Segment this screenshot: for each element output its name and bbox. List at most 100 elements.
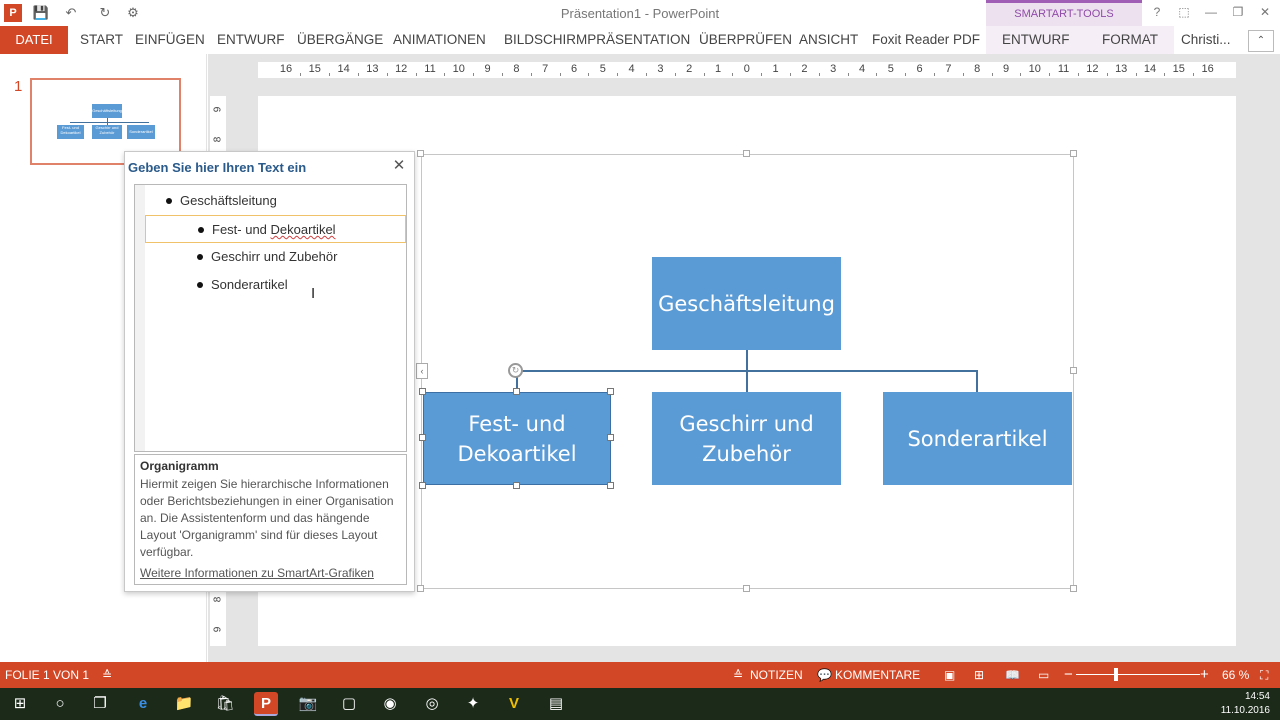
smartart-tools-header: SMARTART-TOOLS (986, 0, 1142, 26)
edge-icon[interactable]: e (131, 692, 155, 716)
powerpoint-taskbar-icon[interactable]: P (254, 692, 278, 716)
zoom-out-button[interactable]: − (1064, 662, 1073, 688)
org-node-child-selected[interactable]: Fest- und Dekoartikel (423, 392, 611, 485)
text-pane-item[interactable]: Geschäftsleitung (145, 187, 406, 215)
shape-resize-handle[interactable] (607, 434, 614, 441)
user-account[interactable]: Christi... (1181, 26, 1231, 54)
app-icon[interactable]: ◎ (420, 692, 444, 716)
rotate-handle-icon[interactable]: ↻ (508, 363, 523, 378)
frame-resize-handle[interactable] (417, 585, 424, 592)
camera-icon[interactable]: 📷 (296, 692, 320, 716)
app-icon[interactable]: ▢ (337, 692, 361, 716)
start-icon[interactable]: ⊞ (8, 692, 32, 716)
slide-sorter-icon[interactable]: ⊞ (974, 662, 984, 688)
store-icon[interactable]: 🛍 (213, 692, 237, 716)
more-info-link[interactable]: Weitere Informationen zu SmartArt-Grafik… (140, 566, 374, 580)
slideshow-icon[interactable]: ▭ (1038, 662, 1049, 688)
zoom-in-button[interactable]: + (1200, 662, 1209, 688)
frame-resize-handle[interactable] (1070, 367, 1077, 374)
text-pane-editor[interactable]: Geschäftsleitung Fest- und Dekoartikel G… (134, 184, 407, 452)
zoom-slider-thumb[interactable] (1114, 668, 1118, 681)
tab-datei[interactable]: DATEI (0, 26, 68, 54)
powerpoint-app-icon[interactable]: P (4, 4, 22, 22)
collapse-ribbon-icon[interactable]: ⌃ (1248, 30, 1274, 52)
shape-resize-handle[interactable] (513, 388, 520, 395)
search-icon[interactable]: ○ (48, 692, 72, 716)
ruler-tick (790, 73, 791, 76)
text-pane-item[interactable]: Geschirr und Zubehör (145, 243, 406, 271)
ruler-tick (617, 73, 619, 76)
normal-view-icon[interactable]: ▣ (944, 662, 955, 688)
tab-foxit-reader[interactable]: Foxit Reader PDF (872, 26, 980, 54)
tab-entwurf[interactable]: ENTWURF (217, 26, 285, 54)
ruler-label: 12 (395, 63, 408, 75)
text-pane-toggle-icon[interactable]: ‹ (416, 363, 428, 379)
explorer-icon[interactable]: 📁 (172, 692, 196, 716)
ruler-label: 2 (801, 63, 808, 75)
ruler-tick (962, 73, 964, 76)
comments-button[interactable]: KOMMENTARE (835, 662, 920, 688)
task-view-icon[interactable]: ❐ (88, 692, 112, 716)
spelling-icon[interactable]: ≙ (102, 662, 112, 688)
tab-start[interactable]: START (80, 26, 123, 54)
thumb-connector (70, 122, 149, 123)
zoom-slider[interactable] (1076, 674, 1200, 675)
text-pane-item-active[interactable]: Fest- und Dekoartikel (145, 215, 406, 243)
ruler-label: 8 (212, 136, 224, 143)
frame-resize-handle[interactable] (1070, 585, 1077, 592)
org-node-root[interactable]: Geschäftsleitung (652, 257, 841, 350)
system-clock[interactable]: 14:54 11.10.2016 (1221, 690, 1270, 718)
shape-resize-handle[interactable] (513, 482, 520, 489)
ruler-label: 14 (337, 63, 350, 75)
ruler-label: 10 (1028, 63, 1041, 75)
comments-icon[interactable]: 💬 (817, 662, 832, 688)
shape-resize-handle[interactable] (419, 434, 426, 441)
connector-line (516, 370, 978, 372)
app-icon[interactable]: ✦ (461, 692, 485, 716)
ruler-label: 3 (830, 63, 837, 75)
tab-einfuegen[interactable]: EINFÜGEN (135, 26, 205, 54)
ribbon-display-icon[interactable]: ⬚ (1173, 3, 1195, 21)
redo-icon[interactable]: ↻ (96, 4, 114, 22)
undo-icon[interactable]: ↶ (62, 4, 80, 22)
frame-resize-handle[interactable] (743, 150, 750, 157)
slide-counter[interactable]: FOLIE 1 VON 1 (5, 662, 89, 688)
org-node-child[interactable]: Geschirr und Zubehör (652, 392, 841, 485)
close-icon[interactable]: ✕ (391, 158, 407, 174)
notes-icon[interactable]: ≙ (733, 662, 743, 688)
chrome-icon[interactable]: ◉ (378, 692, 402, 716)
tab-uebergaenge[interactable]: ÜBERGÄNGE (297, 26, 383, 54)
tab-smartart-entwurf[interactable]: ENTWURF (1002, 26, 1070, 54)
org-node-label: Sonderartikel (907, 426, 1048, 451)
tab-animationen[interactable]: ANIMATIONEN (393, 26, 486, 54)
ruler-tick (473, 73, 475, 76)
minimize-icon[interactable]: — (1200, 3, 1222, 21)
tab-smartart-format[interactable]: FORMAT (1102, 26, 1158, 54)
close-icon[interactable]: ✕ (1254, 3, 1276, 21)
help-icon[interactable]: ? (1146, 3, 1168, 21)
tab-ueberpruefen[interactable]: ÜBERPRÜFEN (699, 26, 792, 54)
frame-resize-handle[interactable] (743, 585, 750, 592)
slide-number: 1 (14, 78, 23, 95)
frame-resize-handle[interactable] (417, 150, 424, 157)
frame-resize-handle[interactable] (1070, 150, 1077, 157)
org-node-child[interactable]: Sonderartikel (883, 392, 1072, 485)
text-pane-item[interactable]: Sonderartikel (145, 271, 406, 299)
fit-to-window-icon[interactable]: ⛶ (1260, 662, 1268, 688)
maximize-icon[interactable]: ❐ (1227, 3, 1249, 21)
shape-resize-handle[interactable] (419, 388, 426, 395)
notes-button[interactable]: NOTIZEN (750, 662, 803, 688)
shape-resize-handle[interactable] (419, 482, 426, 489)
shape-resize-handle[interactable] (607, 388, 614, 395)
ruler-label: 8 (513, 63, 520, 75)
reading-view-icon[interactable]: 📖 (1005, 662, 1020, 688)
app-icon[interactable]: ▤ (544, 692, 568, 716)
ruler-tick (530, 73, 532, 76)
tab-bildschirmpraesentation[interactable]: BILDSCHIRMPRÄSENTATION (504, 26, 690, 54)
tab-ansicht[interactable]: ANSICHT (799, 26, 858, 54)
customize-qat-icon[interactable]: ⚙ (124, 4, 142, 22)
save-icon[interactable]: 💾 (32, 4, 50, 22)
zoom-level[interactable]: 66 % (1222, 662, 1249, 688)
app-icon[interactable]: V (502, 692, 526, 716)
shape-resize-handle[interactable] (607, 482, 614, 489)
